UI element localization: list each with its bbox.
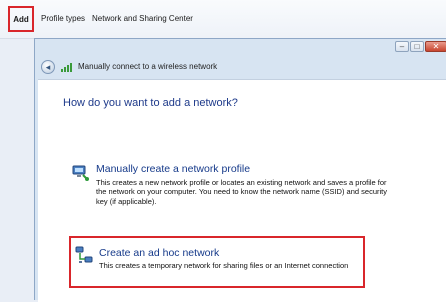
add-button[interactable]: Add: [8, 6, 34, 32]
back-arrow-icon[interactable]: ◂: [41, 60, 55, 74]
wizard-title: Manually connect to a wireless network: [78, 62, 218, 71]
option-adhoc-description: This creates a temporary network for sha…: [99, 261, 349, 270]
option-manual-description: This creates a new network profile or lo…: [96, 178, 387, 206]
maximize-button[interactable]: □: [410, 41, 424, 52]
close-button[interactable]: ✕: [425, 41, 446, 52]
wizard-window: – □ ✕ ◂ Manually connect to a wireless n…: [34, 38, 446, 302]
minimize-button[interactable]: –: [395, 41, 409, 52]
toolbar: Add Profile types Network and Sharing Ce…: [0, 0, 446, 39]
wizard-content: How do you want to add a network? Manual…: [38, 79, 446, 302]
title-bar: – □ ✕: [35, 39, 446, 61]
wizard-question: How do you want to add a network?: [63, 97, 238, 109]
network-sharing-center-link[interactable]: Network and Sharing Center: [92, 14, 193, 23]
option-adhoc-network[interactable]: Create an ad hoc network This creates a …: [69, 236, 365, 288]
wireless-signal-icon: [61, 63, 72, 72]
option-adhoc-title[interactable]: Create an ad hoc network: [99, 247, 219, 259]
network-profile-icon: [72, 165, 89, 181]
option-manual-title[interactable]: Manually create a network profile: [96, 163, 250, 175]
adhoc-network-icon: [75, 246, 93, 263]
option-manual-profile[interactable]: Manually create a network profile This c…: [72, 162, 402, 212]
profile-types-button[interactable]: Profile types: [41, 14, 85, 23]
